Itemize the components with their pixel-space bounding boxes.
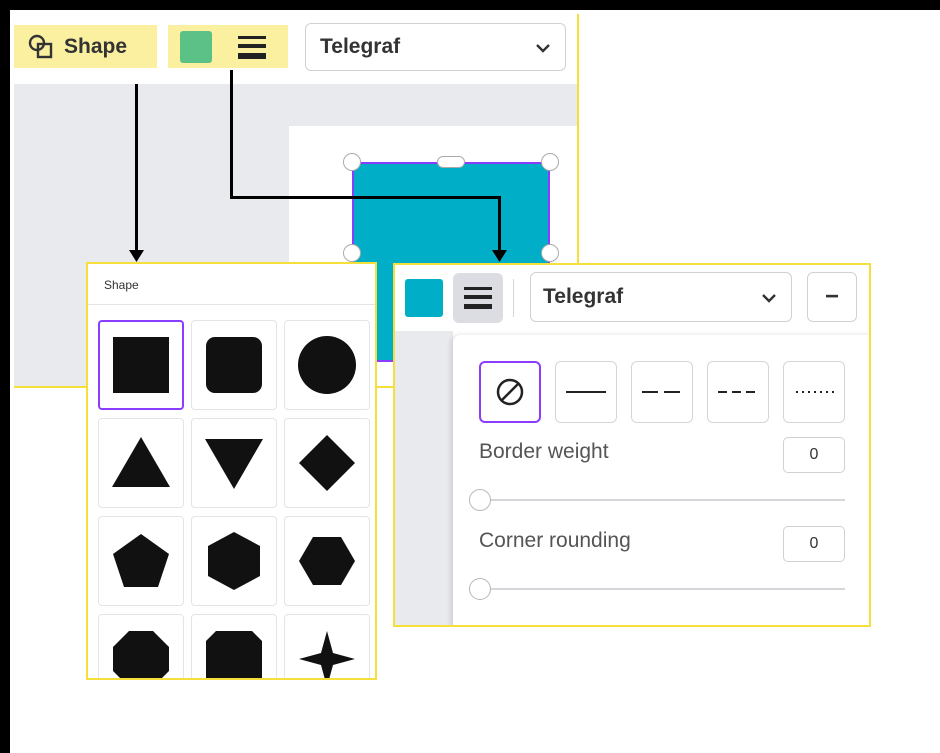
circle-icon xyxy=(298,336,356,394)
resize-handle-top-right[interactable] xyxy=(541,153,559,171)
shape-option-square[interactable] xyxy=(98,320,184,410)
shape-option-rounded-square[interactable] xyxy=(191,320,277,410)
shape-option-octagon[interactable] xyxy=(98,614,184,678)
corner-rounding-slider-track[interactable] xyxy=(479,588,845,590)
dash-line-icon xyxy=(718,391,758,393)
shape-option-pentagon[interactable] xyxy=(98,516,184,606)
cut-corner-square-icon xyxy=(206,631,262,678)
font-selector[interactable]: Telegraf xyxy=(530,272,792,322)
hexagon-icon xyxy=(208,532,260,590)
shape-panel-title: Shape xyxy=(104,278,139,292)
shape-option-hexagon-flat[interactable] xyxy=(284,516,370,606)
style-controls-highlight xyxy=(168,25,288,68)
border-style-panel: Telegraf − Border weight 0 Corner roundi… xyxy=(393,263,871,627)
octagon-icon xyxy=(113,631,169,678)
fill-color-swatch[interactable] xyxy=(180,31,212,63)
shape-option-triangle[interactable] xyxy=(98,418,184,508)
resize-handle-top[interactable] xyxy=(437,156,465,168)
font-selector[interactable]: Telegraf xyxy=(305,23,566,71)
long-dash-line-icon xyxy=(642,391,682,393)
border-weight-slider-thumb[interactable] xyxy=(469,489,491,511)
shape-option-circle[interactable] xyxy=(284,320,370,410)
border-style-dash[interactable] xyxy=(707,361,769,423)
hexagon-flat-icon xyxy=(299,537,355,585)
shape-button-label: Shape xyxy=(64,34,128,58)
shape-panel: Shape xyxy=(86,262,377,680)
border-style-dropdown: Border weight 0 Corner rounding 0 xyxy=(453,335,869,625)
border-style-dotted[interactable] xyxy=(783,361,845,423)
border-weight-label: Border weight xyxy=(479,440,609,463)
border-style-long-dash[interactable] xyxy=(631,361,693,423)
border-style-solid[interactable] xyxy=(555,361,617,423)
fill-color-swatch[interactable] xyxy=(405,279,443,317)
no-border-icon xyxy=(496,378,524,406)
resize-handle-right[interactable] xyxy=(541,244,559,262)
chevron-down-icon xyxy=(761,285,777,309)
border-style-icon[interactable] xyxy=(236,34,268,65)
border-style-none[interactable] xyxy=(479,361,541,423)
inverted-triangle-icon xyxy=(205,439,263,489)
divider xyxy=(88,304,375,305)
shape-option-diamond[interactable] xyxy=(284,418,370,508)
corner-rounding-label: Corner rounding xyxy=(479,529,631,552)
border-style-icon xyxy=(464,287,492,309)
shape-option-cut-corner-square[interactable] xyxy=(191,614,277,678)
resize-handle-left[interactable] xyxy=(343,244,361,262)
triangle-icon xyxy=(112,437,170,487)
pentagon-icon xyxy=(113,534,169,587)
solid-line-icon xyxy=(566,391,606,393)
resize-handle-top-left[interactable] xyxy=(343,153,361,171)
four-point-star-icon xyxy=(299,631,355,678)
dotted-line-icon xyxy=(796,391,834,393)
shape-option-inverted-triangle[interactable] xyxy=(191,418,277,508)
font-selector-value: Telegraf xyxy=(320,35,401,58)
corner-rounding-input[interactable]: 0 xyxy=(783,526,845,562)
corner-rounding-slider-thumb[interactable] xyxy=(469,578,491,600)
chevron-down-icon xyxy=(535,35,551,59)
font-selector-value: Telegraf xyxy=(543,285,624,308)
minus-label: − xyxy=(824,283,839,310)
canvas-strip xyxy=(395,331,453,625)
square-icon xyxy=(113,337,169,393)
rounded-square-icon xyxy=(206,337,262,393)
shape-button[interactable]: Shape xyxy=(14,25,157,68)
shape-option-hexagon[interactable] xyxy=(191,516,277,606)
border-style-button[interactable] xyxy=(453,273,503,323)
shape-option-four-point-star[interactable] xyxy=(284,614,370,678)
toolbar-divider xyxy=(513,279,514,317)
font-size-decrease-button[interactable]: − xyxy=(807,272,857,322)
diamond-icon xyxy=(299,435,355,491)
border-weight-slider-track[interactable] xyxy=(479,499,845,501)
shapes-icon xyxy=(28,34,56,60)
border-weight-input[interactable]: 0 xyxy=(783,437,845,473)
